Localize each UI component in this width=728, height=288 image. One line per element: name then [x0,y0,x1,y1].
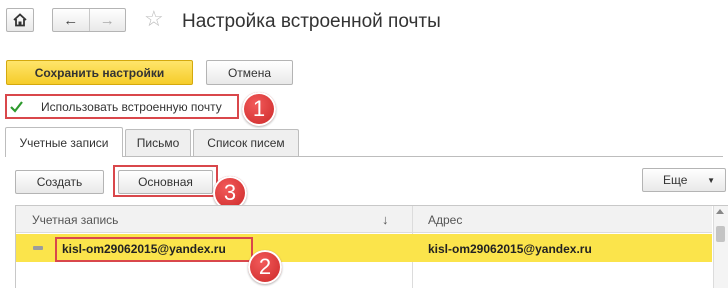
tab-letter-list[interactable]: Список писем [193,129,299,156]
cancel-button[interactable]: Отмена [206,60,293,85]
sort-indicator: ↓ [382,212,389,227]
scroll-up-icon[interactable] [716,209,724,214]
star-icon[interactable]: ☆ [144,7,168,31]
page-title: Настройка встроенной почты [182,11,441,32]
annotation-badge-1: 1 [242,92,276,126]
column-header-account-label: Учетная запись [32,212,119,227]
save-settings-button[interactable]: Сохранить настройки [6,60,193,85]
home-icon [13,13,27,27]
forward-button[interactable]: → [90,9,126,31]
back-button[interactable]: ← [53,9,90,31]
row-account: kisl-om29062015@yandex.ru [62,242,226,256]
column-header-account[interactable]: Учетная запись [32,206,402,233]
row-address: kisl-om29062015@yandex.ru [428,242,592,256]
scrollbar-thumb[interactable] [716,226,725,242]
column-header-address[interactable]: Адрес [428,206,708,233]
use-mail-label[interactable]: Использовать встроенную почту [41,100,222,114]
checkmark-icon [10,101,23,113]
tab-accounts[interactable]: Учетные записи [5,127,123,157]
set-main-button[interactable]: Основная [118,170,213,194]
column-header-address-label: Адрес [428,212,463,227]
nav-back-forward: ← → [52,8,126,32]
arrow-left-icon: ← [63,11,79,29]
scrollbar-track[interactable] [713,206,728,288]
arrow-right-icon: → [99,11,115,29]
more-button[interactable]: Еще ▼ [642,168,726,192]
annotation-badge-2: 2 [248,250,282,284]
use-mail-checkbox[interactable] [9,99,24,114]
create-button[interactable]: Создать [15,170,104,194]
chevron-down-icon: ▼ [707,175,715,185]
home-button[interactable] [6,8,34,32]
tab-letter[interactable]: Письмо [125,129,191,156]
row-marker-icon [33,246,43,250]
more-button-label: Еще [663,173,688,187]
